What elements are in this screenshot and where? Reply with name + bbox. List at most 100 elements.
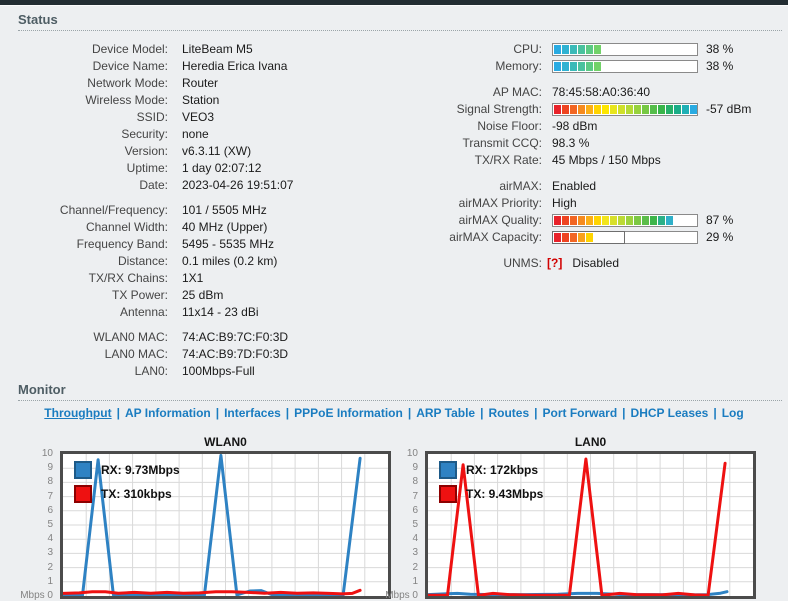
- progress-bar-segment: [666, 105, 673, 114]
- status-row: Network Mode:Router: [0, 75, 392, 92]
- legend-label: TX: 9.43Mbps: [466, 487, 543, 501]
- field-label: Transmit CCQ:: [392, 135, 542, 152]
- progress-bar-segment: [562, 233, 569, 242]
- link-separator: |: [117, 406, 120, 420]
- field-label: airMAX:: [392, 178, 542, 195]
- field-label: Signal Strength:: [392, 101, 542, 118]
- field-value: 2023-04-26 19:51:07: [182, 177, 293, 194]
- field-value: 101 / 5505 MHz: [182, 202, 267, 219]
- status-row: Distance:0.1 miles (0.2 km): [0, 253, 392, 270]
- field-value: High: [552, 195, 577, 212]
- link-separator: |: [286, 406, 289, 420]
- progress-bar-segment: [578, 105, 585, 114]
- field-value: 5495 - 5535 MHz: [182, 236, 274, 253]
- status-row: TX/RX Rate:45 Mbps / 150 Mbps: [392, 152, 788, 169]
- status-row: CPU:38 %: [392, 41, 788, 58]
- y-tick-label: 2: [47, 562, 53, 573]
- progress-bar-segment: [682, 105, 689, 114]
- legend-label: TX: 310kbps: [101, 487, 172, 501]
- monitor-tab-pppoe-information[interactable]: PPPoE Information: [294, 406, 403, 420]
- status-row: airMAX:Enabled: [392, 178, 788, 195]
- progress-bar-segment: [578, 216, 585, 225]
- field-label: Device Name:: [0, 58, 168, 75]
- monitor-tab-arp-table[interactable]: ARP Table: [416, 406, 475, 420]
- monitor-tab-port-forward[interactable]: Port Forward: [543, 406, 618, 420]
- progress-bar-segment: [650, 105, 657, 114]
- status-row: Memory: 38 %: [392, 58, 788, 75]
- field-value: Station: [182, 92, 219, 109]
- status-group: AP MAC:78:45:58:A0:36:40Signal Strength:…: [392, 84, 788, 169]
- progress-bar-segment: [570, 45, 577, 54]
- y-tick-label: 8: [412, 476, 418, 487]
- field-label: TX/RX Chains:: [0, 270, 168, 287]
- status-group: WLAN0 MAC: 74:AC:B9:7C:F0:3DLAN0 MAC:74:A…: [0, 329, 392, 380]
- y-tick-label: 4: [412, 533, 418, 544]
- tx-line: [63, 590, 360, 594]
- field-value: -57 dBm: [706, 101, 751, 118]
- progress-bar: [552, 43, 698, 56]
- status-row: airMAX Priority:High: [392, 195, 788, 212]
- field-label: TX/RX Rate:: [392, 152, 542, 169]
- status-row: Device Name: Heredia Erica Ivana: [0, 58, 392, 75]
- field-label: Wireless Mode:: [0, 92, 168, 109]
- status-row: LAN0:100Mbps-Full: [0, 363, 392, 380]
- status-group: airMAX:EnabledairMAX Priority:HighairMAX…: [392, 178, 788, 246]
- rx-legend-swatch: [74, 461, 92, 479]
- field-value: 29 %: [706, 229, 733, 246]
- y-tick-label: 5: [47, 519, 53, 530]
- y-tick-label: 6: [47, 505, 53, 516]
- progress-bar-segment: [666, 216, 673, 225]
- progress-bar-segment: [554, 105, 561, 114]
- monitor-tab-interfaces[interactable]: Interfaces: [224, 406, 281, 420]
- unms-help-link[interactable]: [?]: [547, 255, 562, 272]
- field-label: Device Model:: [0, 41, 168, 58]
- progress-bar-segment: [610, 105, 617, 114]
- progress-bar-segment: [642, 216, 649, 225]
- progress-bar-segment: [650, 216, 657, 225]
- progress-bar-segment: [586, 105, 593, 114]
- status-row: Frequency Band:5495 - 5535 MHz: [0, 236, 392, 253]
- field-value: LiteBeam M5: [182, 41, 253, 58]
- progress-bar: [552, 231, 698, 244]
- status-group: Device Model: LiteBeam M5 Device Name: Here…: [0, 41, 392, 194]
- progress-bar-segment: [586, 62, 593, 71]
- top-nav-bar-edge: [0, 0, 788, 6]
- progress-bar-segment: [562, 105, 569, 114]
- monitor-tab-dhcp-leases[interactable]: DHCP Leases: [631, 406, 709, 420]
- progress-bar-segment: [554, 62, 561, 71]
- status-row: LAN0 MAC:74:AC:B9:7D:F0:3D: [0, 346, 392, 363]
- monitor-tab-throughput[interactable]: Throughput: [44, 406, 111, 420]
- field-value: none: [182, 126, 209, 143]
- y-tick-label: 10: [42, 448, 53, 459]
- field-label: WLAN0 MAC:: [0, 329, 168, 346]
- field-value: 74:AC:B9:7C:F0:3D: [182, 329, 288, 346]
- progress-bar-segment: [658, 105, 665, 114]
- throughput-chart-lan0: LAN010987654321Mbps 0RX: 172kbpsTX: 9.43…: [370, 424, 760, 601]
- status-row: Signal Strength: -57 dBm: [392, 101, 788, 118]
- field-value: -98 dBm: [552, 118, 597, 135]
- status-row: Noise Floor:-98 dBm: [392, 118, 788, 135]
- field-value: Disabled: [572, 255, 619, 272]
- progress-bar-segment: [594, 62, 601, 71]
- tx-legend-swatch: [439, 485, 457, 503]
- monitor-tab-routes[interactable]: Routes: [488, 406, 529, 420]
- field-value: Router: [182, 75, 218, 92]
- progress-bar-segment: [690, 105, 697, 114]
- field-value: 1X1: [182, 270, 203, 287]
- field-label: Memory:: [392, 58, 542, 75]
- monitor-tab-ap-information[interactable]: AP Information: [125, 406, 211, 420]
- status-row: Security:none: [0, 126, 392, 143]
- field-label: Date:: [0, 177, 168, 194]
- status-group: UNMS:[?]Disabled: [392, 255, 788, 272]
- field-value: 38 %: [706, 58, 733, 75]
- field-value: 98.3 %: [552, 135, 589, 152]
- status-row: Transmit CCQ: 98.3 %: [392, 135, 788, 152]
- field-label: Version:: [0, 143, 168, 160]
- chart-y-axis: 10987654321Mbps 0: [5, 454, 56, 596]
- progress-bar-segment: [626, 216, 633, 225]
- monitor-tab-log[interactable]: Log: [722, 406, 744, 420]
- status-row: Date: 2023-04-26 19:51:07: [0, 177, 392, 194]
- status-row: Uptime:1 day 02:07:12: [0, 160, 392, 177]
- field-value: 100Mbps-Full: [182, 363, 255, 380]
- field-value: Heredia Erica Ivana: [182, 58, 287, 75]
